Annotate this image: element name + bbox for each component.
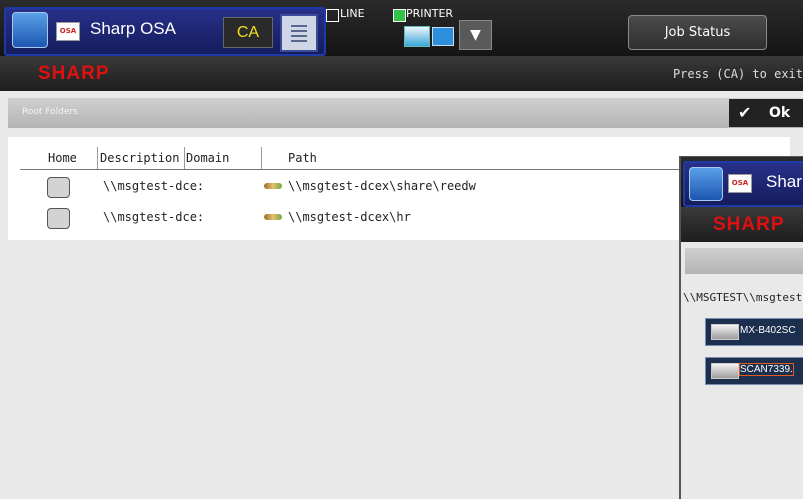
network-folder-icon	[264, 183, 282, 189]
status-dropdown-button[interactable]: ▼	[459, 20, 492, 50]
home-refresh-icon[interactable]	[12, 12, 48, 48]
secondary-window: OSA Shar SHARP \\MSGTEST\\msgtest- MX-B4…	[679, 156, 803, 499]
sharp-logo: SHARP	[713, 214, 785, 235]
column-header-home: Home	[48, 151, 77, 165]
home-refresh-icon[interactable]	[689, 167, 723, 201]
file-item[interactable]: MX-B402SC	[705, 318, 803, 346]
column-header-path: Path	[288, 151, 317, 165]
line-checkbox[interactable]	[326, 9, 339, 22]
secondary-brand-header: SHARP	[681, 207, 803, 242]
line-label: LINE	[340, 7, 365, 20]
sharp-logo: SHARP	[38, 63, 110, 84]
file-item-label: SCAN7339.	[739, 363, 794, 376]
file-item[interactable]: SCAN7339.	[705, 357, 803, 385]
section-label: Root Folders	[22, 107, 78, 117]
osa-logo: OSA	[56, 22, 80, 41]
printer-checkbox[interactable]	[393, 9, 406, 22]
clear-all-button[interactable]: CA	[223, 17, 273, 48]
column-divider	[184, 147, 185, 169]
ok-button[interactable]: ✔ Ok	[729, 99, 803, 127]
row-description: \\msgtest-dce:	[103, 179, 205, 193]
brand-header: SHARP Press (CA) to exit	[0, 56, 803, 91]
printer-label: PRINTER	[406, 7, 454, 20]
home-checkbox[interactable]	[47, 208, 70, 229]
row-path: \\msgtest-dcex\hr	[288, 210, 411, 224]
file-thumbnail-icon	[711, 324, 739, 340]
secondary-top-bar: OSA Shar	[681, 157, 803, 207]
column-header-description: Description	[100, 151, 180, 165]
secondary-toolbar	[685, 248, 803, 274]
monitor-icon	[432, 27, 454, 46]
top-bar: OSA Sharp OSA CA LINE PRINTER ▼ Job Stat…	[0, 0, 803, 56]
app-title: Sharp OSA	[90, 19, 176, 38]
row-path: \\msgtest-dcex\share\reedw	[288, 179, 476, 193]
table-row[interactable]: \\msgtest-dce: \\msgtest-dcex\hr	[20, 207, 772, 231]
home-checkbox[interactable]	[47, 177, 70, 198]
job-status-button[interactable]: Job Status	[628, 15, 767, 50]
check-icon: ✔	[738, 103, 752, 122]
root-folders-toolbar: Root Folders ✔ Ok	[8, 98, 803, 128]
root-folders-table: Home Description Domain Path \\msgtest-d…	[8, 137, 790, 240]
file-item-label: MX-B402SC	[740, 325, 796, 336]
osa-logo: OSA	[728, 174, 752, 193]
secondary-app-title: Shar	[766, 172, 802, 191]
column-divider	[97, 147, 98, 169]
column-header-domain: Domain	[186, 151, 230, 165]
printer-icon	[404, 26, 430, 47]
table-row[interactable]: \\msgtest-dce: \\msgtest-dcex\share\reed…	[20, 176, 772, 200]
keypad-button[interactable]	[280, 14, 318, 52]
row-description: \\msgtest-dce:	[103, 210, 205, 224]
keypad-icon	[291, 24, 307, 42]
chevron-down-icon: ▼	[470, 27, 481, 43]
table-header: Home Description Domain Path	[20, 147, 772, 170]
file-thumbnail-icon	[711, 363, 739, 379]
ok-label: Ok	[769, 105, 791, 121]
column-divider	[261, 147, 262, 169]
current-path: \\MSGTEST\\msgtest-	[683, 291, 803, 304]
network-folder-icon	[264, 214, 282, 220]
exit-hint: Press (CA) to exit	[672, 67, 803, 81]
